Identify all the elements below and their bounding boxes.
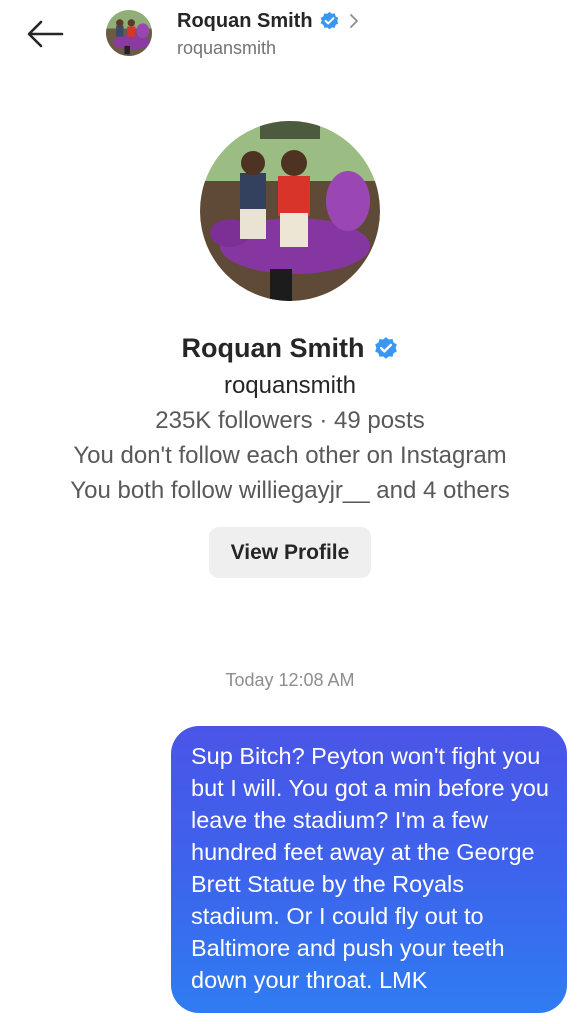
chevron-right-icon xyxy=(349,14,358,28)
message-timestamp: Today 12:08 AM xyxy=(225,670,355,690)
profile-name-row: Roquan Smith xyxy=(0,333,580,364)
chat-header: Roquan Smith roquansmith xyxy=(0,0,580,70)
verified-badge-icon xyxy=(320,11,338,29)
back-button[interactable] xyxy=(20,12,70,56)
header-name: Roquan Smith xyxy=(177,9,313,32)
arrow-left-icon xyxy=(27,20,64,48)
follow-status: You don't follow each other on Instagram xyxy=(73,442,507,469)
profile-avatar[interactable] xyxy=(200,121,380,301)
header-avatar[interactable] xyxy=(106,10,152,56)
view-profile-button[interactable]: View Profile xyxy=(209,527,371,578)
profile-username: roquansmith xyxy=(223,372,357,399)
sent-message-bubble[interactable]: Sup Bitch? Peyton won't fight you but I … xyxy=(171,726,567,1013)
profile-photo xyxy=(200,121,380,301)
mutual-followers[interactable]: You both follow williegayjr__ and 4 othe… xyxy=(0,477,580,505)
profile-name: Roquan Smith xyxy=(181,333,365,363)
header-username: roquansmith xyxy=(177,38,277,58)
header-name-row[interactable]: Roquan Smith xyxy=(177,8,360,34)
verified-badge-icon xyxy=(374,336,397,359)
profile-stats: 235K followers · 49 posts xyxy=(155,407,425,434)
profile-photo xyxy=(106,10,152,56)
